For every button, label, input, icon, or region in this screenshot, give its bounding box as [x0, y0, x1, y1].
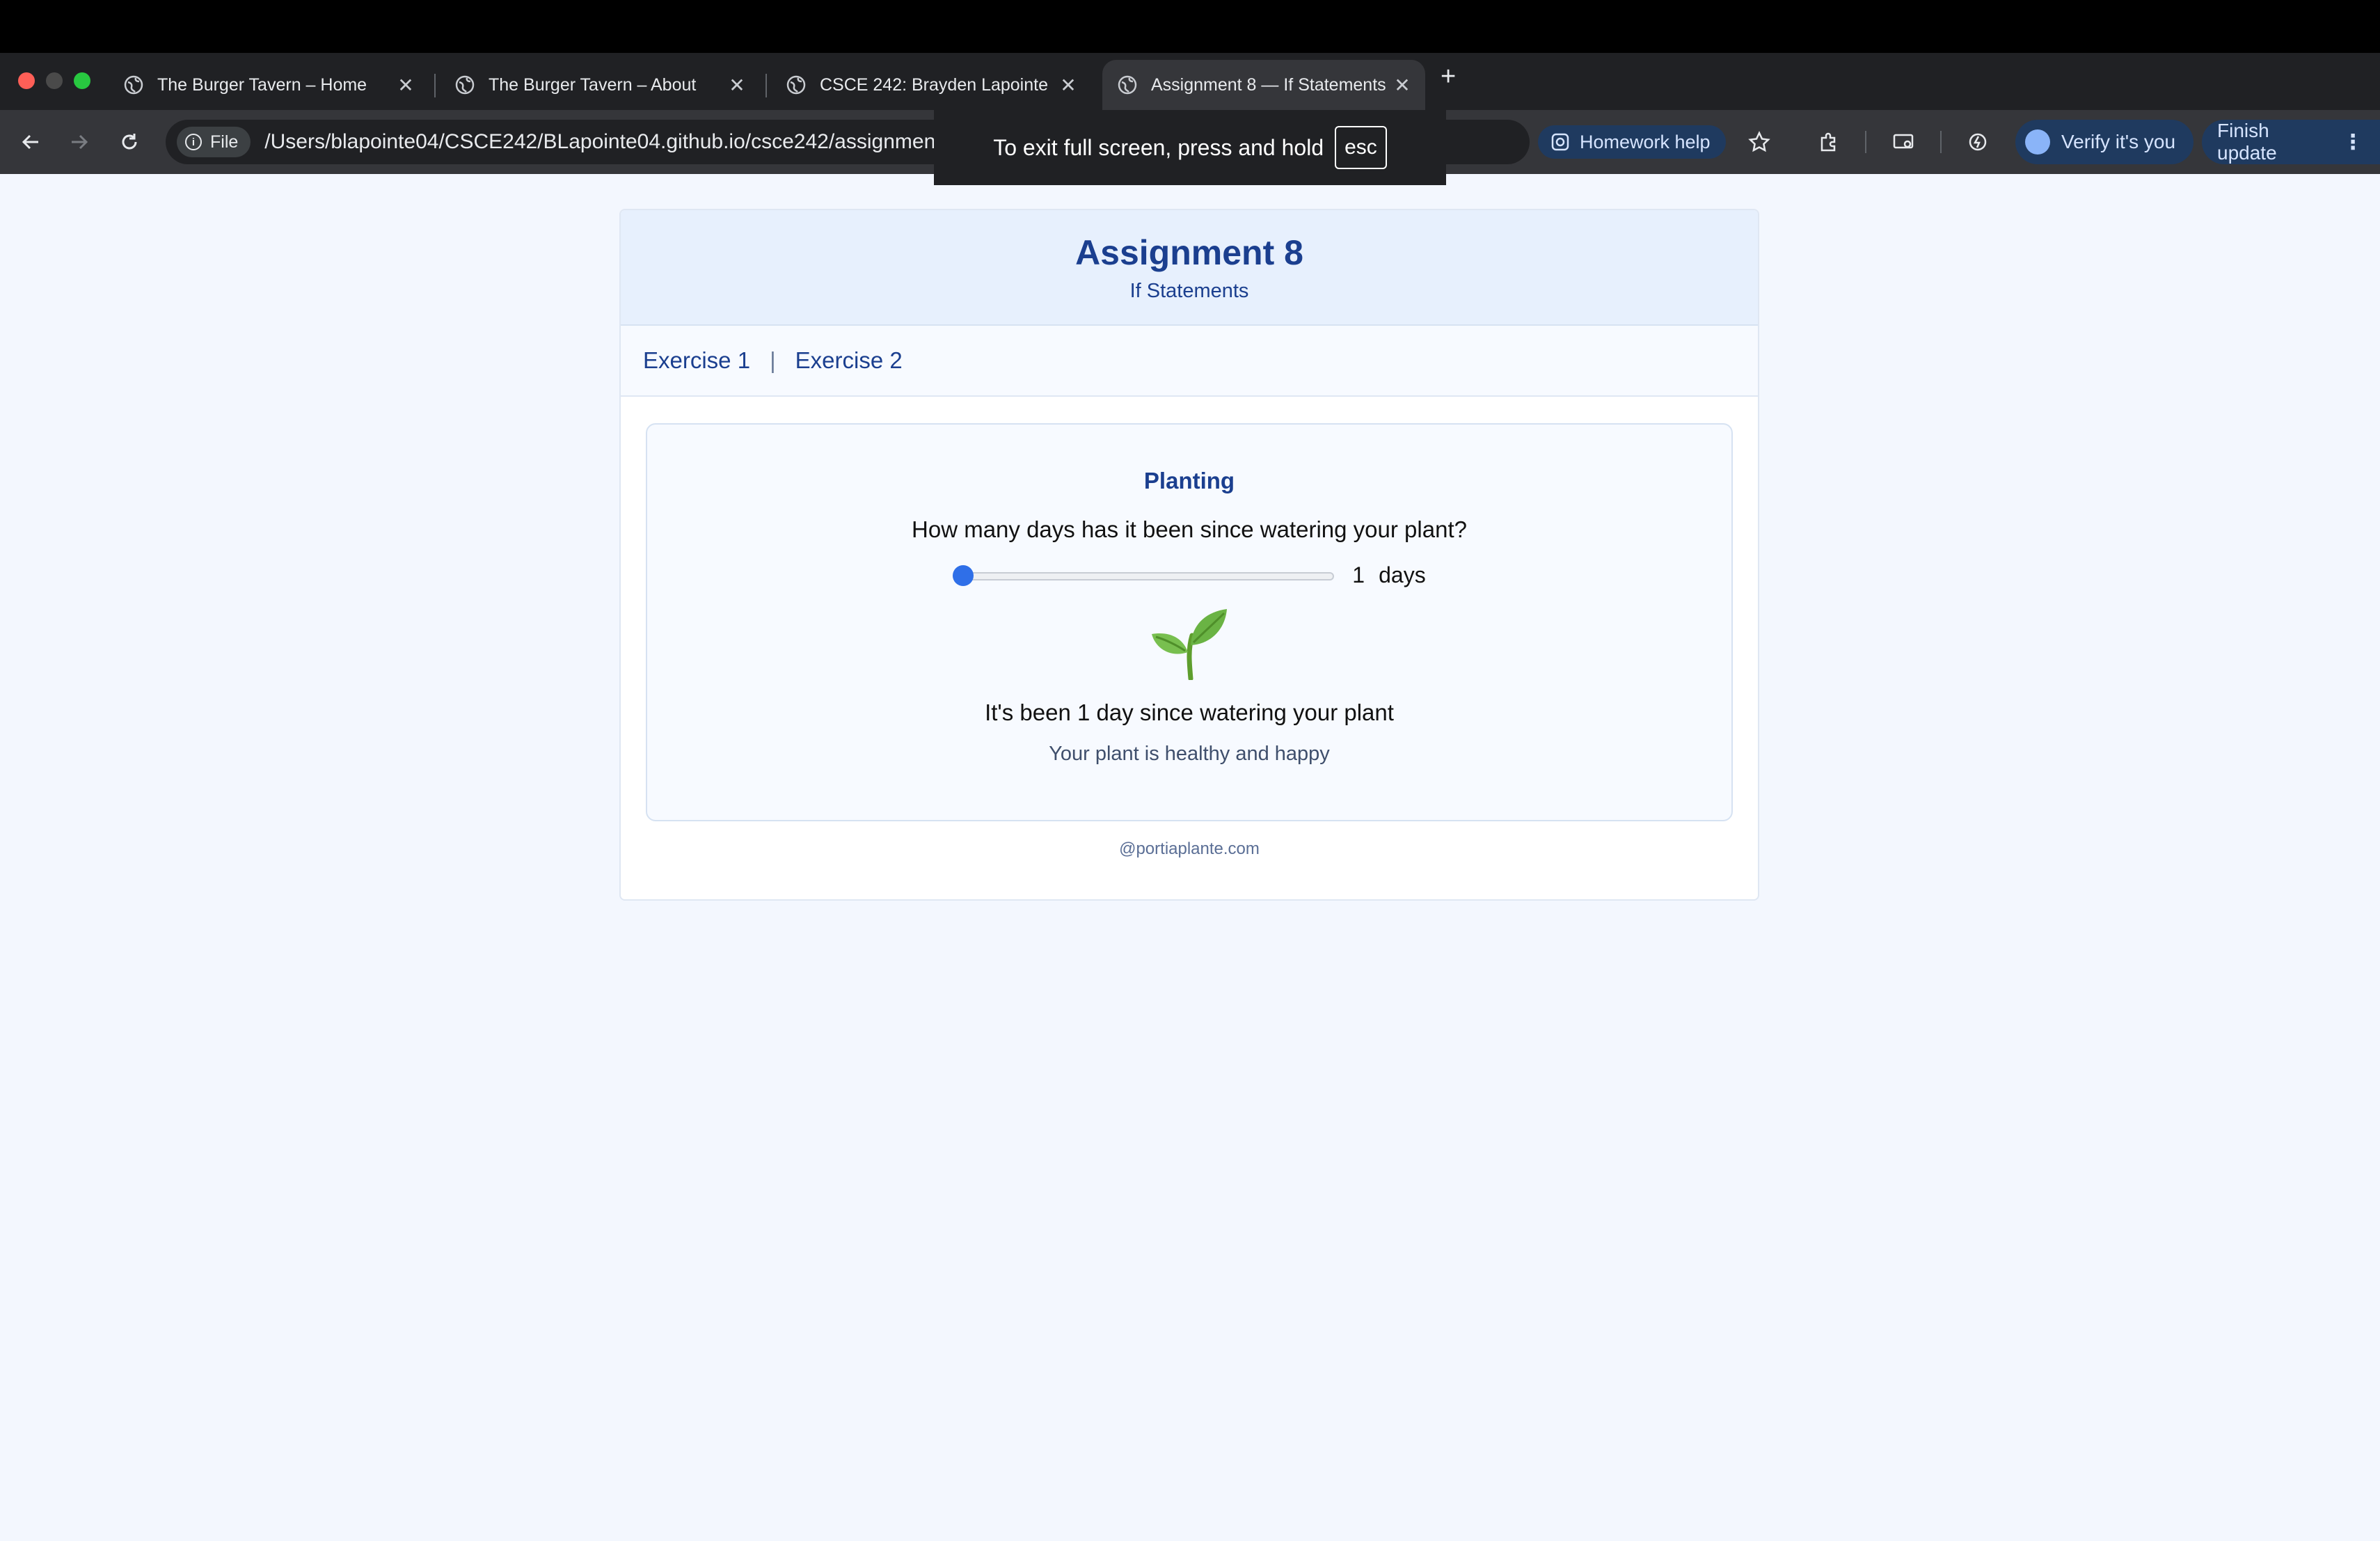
toolbar-divider	[1865, 131, 1866, 153]
assignment-header: Assignment 8 If Statements	[621, 210, 1758, 326]
back-button[interactable]	[15, 127, 46, 157]
page-subtitle: If Statements	[1129, 280, 1249, 302]
exercise-1-link[interactable]: Exercise 1	[643, 347, 750, 374]
homework-help-label: Homework help	[1580, 131, 1711, 152]
globe-icon	[455, 75, 475, 95]
finish-update-label: Finish update	[2217, 120, 2277, 164]
days-slider-row: 1 days	[647, 562, 1731, 588]
reload-icon	[122, 134, 137, 150]
tab-title: The Burger Tavern – Home	[157, 74, 367, 95]
esc-key-hint: esc	[1335, 126, 1387, 169]
reload-button[interactable]	[114, 127, 145, 157]
lens-icon	[1551, 133, 1569, 151]
cast-icon[interactable]	[1887, 125, 1921, 159]
verify-label: Verify it's you	[2061, 131, 2176, 152]
scheme-label: File	[210, 132, 239, 152]
homework-help-button[interactable]: Homework help	[1538, 125, 1726, 159]
planting-heading: Planting	[1143, 468, 1235, 493]
tab-burger-about[interactable]: The Burger Tavern – About ✕	[440, 60, 760, 110]
nav-separator: |	[770, 347, 776, 373]
close-icon[interactable]: ✕	[1392, 74, 1413, 97]
site-info-chip[interactable]: i File	[177, 127, 251, 157]
watering-question: How many days has it been since watering…	[912, 516, 1467, 542]
verify-identity-button[interactable]: Verify it's you	[2015, 120, 2194, 164]
system-bar	[0, 0, 2380, 53]
tab-assignment-8[interactable]: Assignment 8 — If Statements ✕	[1102, 60, 1425, 110]
finish-update-button[interactable]: Finish update ⋮	[2202, 120, 2380, 164]
arrow-left-icon	[22, 134, 38, 150]
tab-divider	[434, 74, 436, 97]
tab-title: The Burger Tavern – About	[489, 74, 697, 95]
info-icon: i	[185, 134, 202, 150]
page-title: Assignment 8	[1075, 233, 1303, 272]
watering-status: It's been 1 day since watering your plan…	[985, 700, 1394, 725]
performance-icon[interactable]	[1961, 125, 1994, 159]
slider-thumb[interactable]	[953, 564, 974, 586]
forward-button[interactable]	[64, 127, 95, 157]
fullscreen-exit-toast: To exit full screen, press and hold esc	[934, 110, 1446, 185]
new-tab-button[interactable]: +	[1441, 62, 1456, 92]
close-icon[interactable]: ✕	[727, 74, 747, 97]
sprout-icon	[1148, 603, 1231, 681]
exercise-nav: Exercise 1 | Exercise 2	[621, 326, 1758, 397]
close-icon[interactable]: ✕	[1058, 74, 1079, 97]
tab-title: Assignment 8 — If Statements	[1151, 74, 1386, 95]
plant-health-message: Your plant is healthy and happy	[1049, 743, 1330, 765]
toast-message: To exit full screen, press and hold	[993, 134, 1324, 160]
globe-icon	[124, 75, 143, 95]
days-value: 1	[1352, 562, 1365, 587]
planting-panel: Planting How many days has it been since…	[646, 423, 1733, 821]
more-vert-icon[interactable]: ⋮	[2342, 130, 2363, 155]
tab-csce242[interactable]: CSCE 242: Brayden Lapointe ✕	[771, 60, 1091, 110]
slider-track[interactable]	[953, 571, 1335, 580]
avatar	[2025, 129, 2050, 155]
globe-icon	[786, 75, 806, 95]
assignment-card: Assignment 8 If Statements Exercise 1 | …	[619, 209, 1759, 901]
days-slider[interactable]	[953, 564, 1335, 586]
tab-title: CSCE 242: Brayden Lapointe	[820, 74, 1048, 95]
tab-divider	[765, 74, 767, 97]
days-unit: days	[1379, 562, 1426, 587]
toolbar-divider	[1940, 131, 1942, 153]
arrow-right-icon	[72, 134, 88, 150]
close-icon[interactable]: ✕	[395, 74, 416, 97]
url-text[interactable]: /Users/blapointe04/CSCE242/BLapointe04.g…	[264, 130, 941, 154]
extensions-icon[interactable]	[1812, 125, 1846, 159]
globe-icon	[1118, 75, 1137, 95]
bookmark-star-icon[interactable]	[1743, 125, 1776, 159]
tab-burger-home[interactable]: The Burger Tavern – Home ✕	[109, 60, 429, 110]
exercise-2-link[interactable]: Exercise 2	[795, 347, 903, 374]
footer-credit-link[interactable]: @portiaplante.com	[621, 839, 1758, 859]
